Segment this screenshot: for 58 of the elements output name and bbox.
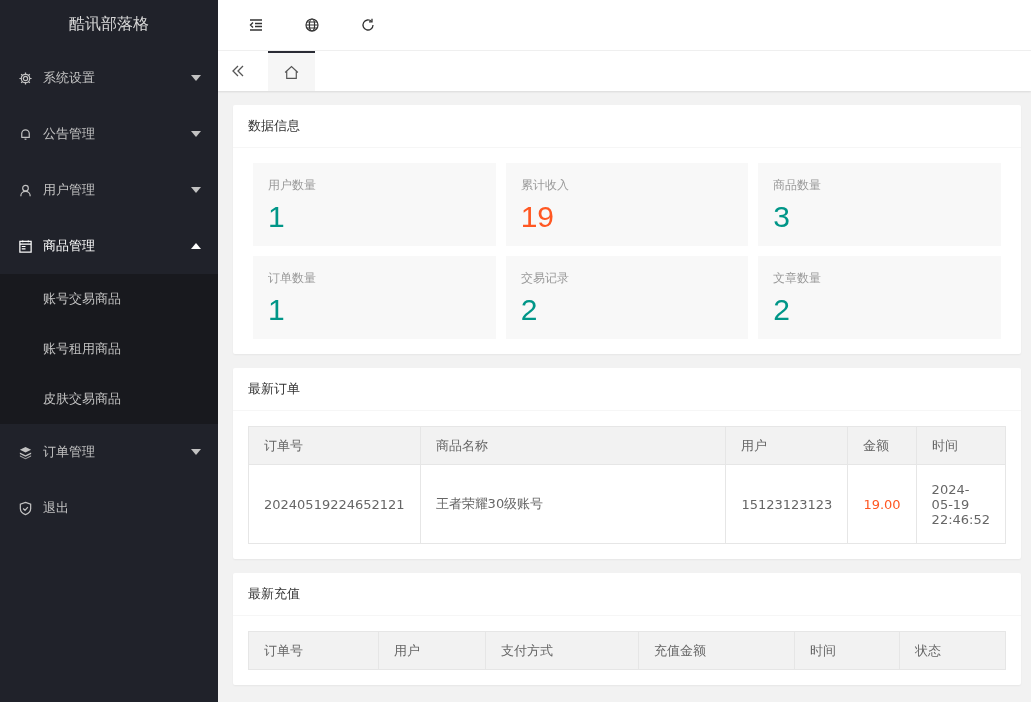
home-tab[interactable] [268, 51, 315, 91]
menu-item[interactable]: 系统设置 [0, 50, 218, 106]
stat-label: 交易记录 [520, 270, 570, 287]
home-icon [283, 63, 300, 81]
double-chevron-icon[interactable] [230, 63, 246, 79]
bell-icon [18, 126, 33, 142]
calendar-icon [18, 238, 33, 254]
caret-icon [190, 242, 202, 250]
gear-icon [18, 70, 33, 86]
caret-icon [190, 186, 202, 194]
menu-item[interactable]: 退出 [0, 480, 218, 536]
column-header: 用户 [378, 631, 486, 670]
stat-label: 文章数量 [773, 270, 823, 287]
table-cell: 19.00 [847, 464, 917, 544]
column-header: 充值金额 [638, 631, 795, 670]
stat-value: 1 [268, 200, 286, 234]
caret-icon [190, 130, 202, 138]
shield-icon [18, 500, 33, 516]
table-cell: 15123123123 [725, 464, 848, 544]
menu-item[interactable]: 公告管理 [0, 106, 218, 162]
caret-icon [190, 74, 202, 82]
card-title: 最新订单 [233, 368, 1021, 411]
card-title: 最新充值 [233, 573, 1021, 616]
column-header: 时间 [794, 631, 900, 670]
globe-icon[interactable] [304, 17, 320, 33]
column-header: 商品名称 [420, 426, 726, 465]
caret-icon [190, 448, 202, 456]
column-header: 订单号 [248, 631, 379, 670]
stat-label: 累计收入 [520, 177, 570, 194]
menu-icon[interactable] [248, 17, 264, 33]
column-header: 订单号 [248, 426, 421, 465]
user-icon [18, 182, 33, 198]
menu-item[interactable]: 商品管理 [0, 218, 218, 274]
menu-item[interactable]: 用户管理 [0, 162, 218, 218]
stat-value: 2 [773, 293, 791, 327]
table-cell: 20240519224652121 [248, 464, 421, 544]
menu-item[interactable]: 订单管理 [0, 424, 218, 480]
layers-icon [18, 444, 33, 460]
stat-value: 3 [773, 200, 791, 234]
stat-value: 1 [268, 293, 286, 327]
submenu-item[interactable]: 账号交易商品 [0, 274, 218, 324]
stat-label: 用户数量 [268, 177, 317, 194]
submenu-item[interactable]: 皮肤交易商品 [0, 374, 218, 424]
column-header: 金额 [847, 426, 917, 465]
table-cell: 2024-05-19 22:46:52 [916, 464, 1006, 544]
refresh-icon[interactable] [360, 17, 376, 33]
column-header: 时间 [916, 426, 1006, 465]
column-header: 支付方式 [485, 631, 639, 670]
column-header: 用户 [725, 426, 848, 465]
stat-value: 2 [520, 293, 539, 327]
submenu-item[interactable]: 账号租用商品 [0, 324, 218, 374]
stat-label: 订单数量 [268, 270, 317, 287]
card-title: 数据信息 [233, 105, 1021, 148]
column-header: 状态 [899, 631, 1006, 670]
stat-label: 商品数量 [773, 177, 823, 194]
stat-value: 19 [520, 200, 556, 234]
logo-text: 酷讯部落格 [68, 13, 150, 35]
table-cell: 王者荣耀30级账号 [420, 464, 726, 544]
